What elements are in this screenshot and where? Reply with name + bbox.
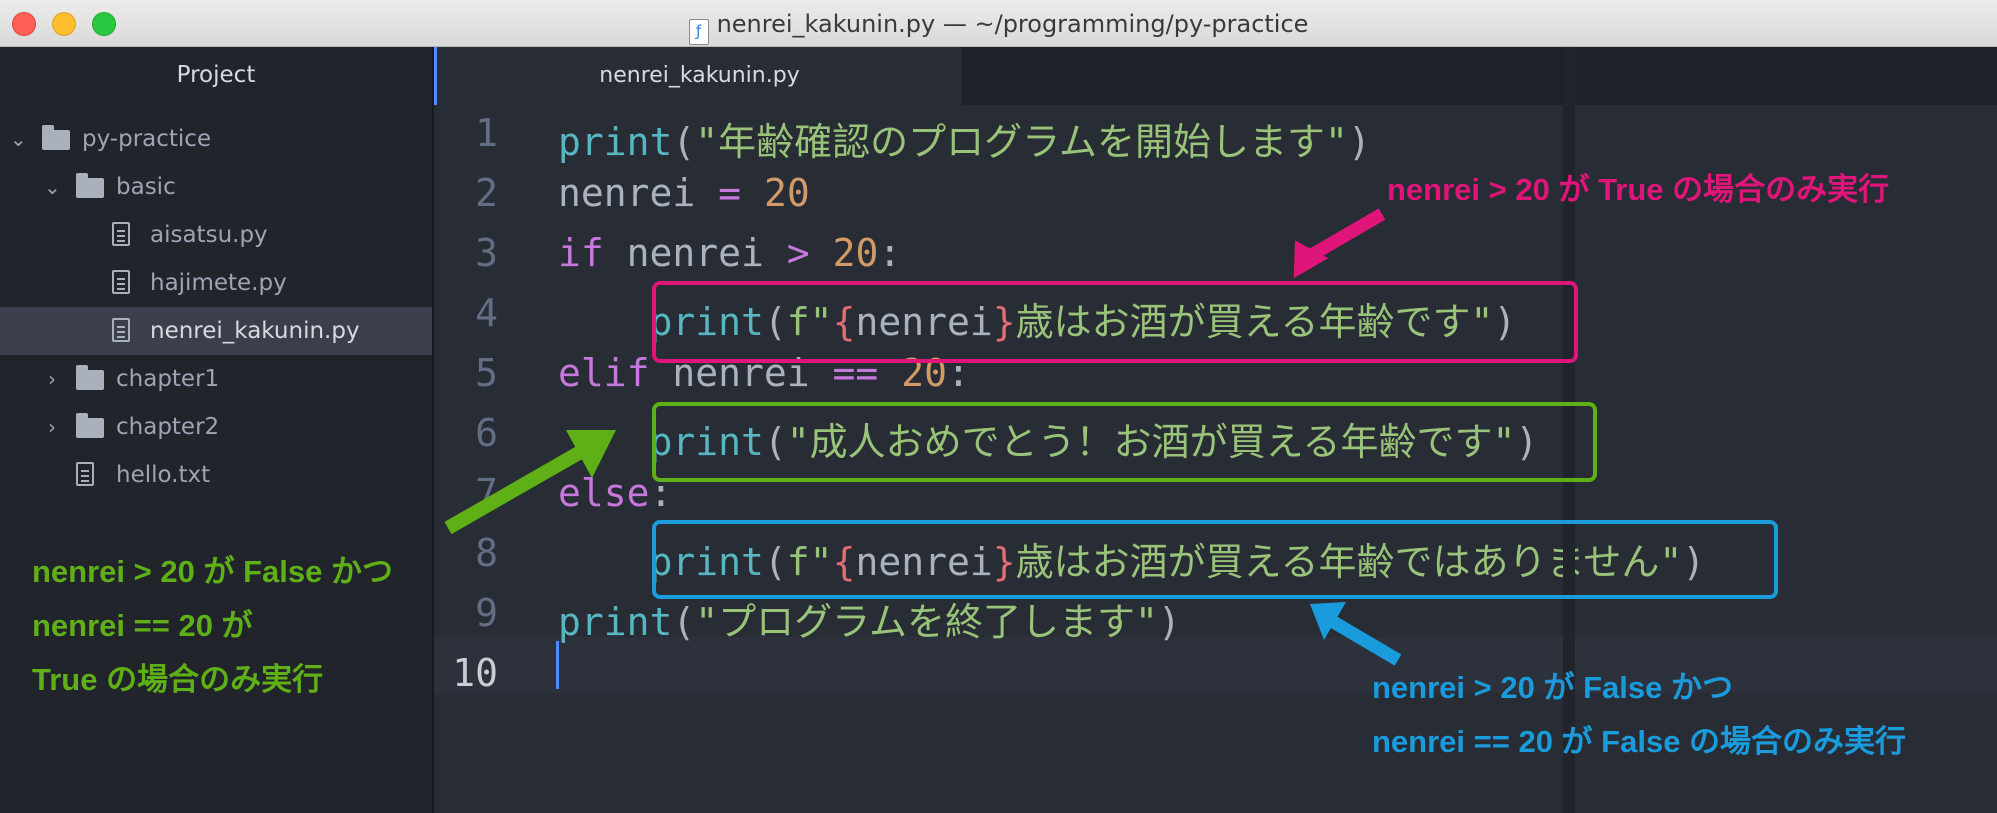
- tree-item-label: hello.txt: [116, 462, 211, 488]
- file-icon: [112, 318, 130, 342]
- line-number: 9: [475, 591, 498, 635]
- tree-item-aisatsu[interactable]: aisatsu.py: [0, 211, 432, 259]
- annotation-box-blue: [652, 520, 1778, 599]
- code-token: :: [878, 231, 902, 275]
- code-token: if: [558, 231, 604, 275]
- tree-item-chapter2[interactable]: › chapter2: [0, 403, 432, 451]
- code-line[interactable]: print("年齢確認のプログラムを開始します"): [558, 111, 1371, 166]
- green-arrow-icon: [444, 430, 616, 535]
- window-title: nenrei_kakunin.py — ~/programming/py-pra…: [716, 10, 1309, 38]
- editor-window: ƒ nenrei_kakunin.py — ~/programming/py-pr…: [0, 0, 1997, 813]
- text-cursor: [556, 641, 559, 689]
- tree-item-label: basic: [116, 174, 176, 200]
- code-line[interactable]: nenrei = 20: [558, 171, 810, 215]
- annotation-line: True の場合のみ実行: [32, 662, 324, 697]
- line-number: 5: [475, 351, 498, 395]
- annotation-green: nenrei > 20 が False かつ nenrei == 20 が True…: [32, 556, 393, 718]
- line-number: 10: [452, 651, 498, 695]
- tree-item-hajimete[interactable]: hajimete.py: [0, 259, 432, 307]
- code-token: ): [1157, 600, 1181, 644]
- annotation-pink: nenrei > 20 が True の場合のみ実行: [1387, 174, 1889, 218]
- file-icon: [112, 222, 130, 246]
- code-token: ): [1347, 120, 1371, 164]
- annotation-line: nenrei == 20 が False の場合のみ実行: [1372, 724, 1907, 759]
- blue-arrow-icon: [1310, 602, 1402, 666]
- line-number: 1: [475, 111, 498, 155]
- window-title-area: ƒ nenrei_kakunin.py — ~/programming/py-pr…: [0, 10, 1997, 45]
- annotation-box-pink: [652, 281, 1578, 363]
- tree-item-hello-txt[interactable]: hello.txt: [0, 451, 432, 499]
- code-token: (: [672, 120, 696, 164]
- file-icon: [112, 270, 130, 294]
- tab-bar: nenrei_kakunin.py: [434, 47, 1997, 105]
- tree-item-label: chapter1: [116, 366, 220, 392]
- chevron-down-icon[interactable]: ⌄: [10, 115, 27, 163]
- code-token: elif: [558, 351, 650, 395]
- annotation-line: nenrei == 20 が: [32, 608, 253, 643]
- code-token: "年齢確認のプログラムを開始します": [695, 120, 1348, 164]
- tree-item-label: hajimete.py: [150, 270, 287, 296]
- file-icon: [76, 462, 94, 486]
- annotation-line: nenrei > 20 が True の場合のみ実行: [1387, 172, 1890, 207]
- code-token: (: [672, 600, 696, 644]
- annotation-line: nenrei > 20 が False かつ: [1372, 670, 1733, 705]
- sidebar-title: Project: [176, 62, 256, 88]
- annotation-blue: nenrei > 20 が False かつ nenrei == 20 が Fal…: [1372, 672, 1906, 780]
- tree-item-label: py-practice: [82, 126, 212, 152]
- tree-item-basic[interactable]: ⌄ basic: [0, 163, 432, 211]
- folder-icon: [42, 125, 70, 150]
- tree-item-nenrei-kakunin[interactable]: nenrei_kakunin.py: [0, 307, 432, 355]
- code-token: "プログラムを終了します": [695, 600, 1158, 644]
- chevron-right-icon[interactable]: ›: [48, 355, 56, 403]
- python-file-icon: ƒ: [688, 19, 709, 45]
- tree-item-py-practice[interactable]: ⌄ py-practice: [0, 115, 432, 163]
- tree-item-chapter1[interactable]: › chapter1: [0, 355, 432, 403]
- line-number: 3: [475, 231, 498, 275]
- file-tree: ⌄ py-practice ⌄ basic aisatsu.py hajimet…: [0, 115, 432, 499]
- code-token: >: [786, 231, 810, 275]
- folder-icon: [76, 365, 104, 390]
- tree-item-label: chapter2: [116, 414, 220, 440]
- chevron-right-icon[interactable]: ›: [48, 403, 56, 451]
- code-line[interactable]: if nenrei > 20:: [558, 231, 901, 275]
- title-bar: ƒ nenrei_kakunin.py — ~/programming/py-pr…: [0, 0, 1997, 47]
- folder-icon: [76, 413, 104, 438]
- annotation-line: nenrei > 20 が False かつ: [32, 554, 393, 589]
- code-token: print: [558, 600, 673, 644]
- line-number: 2: [475, 171, 498, 215]
- line-number: 4: [475, 291, 498, 335]
- tab-nenrei-kakunin[interactable]: nenrei_kakunin.py: [434, 47, 962, 105]
- code-line[interactable]: print("プログラムを終了します"): [558, 591, 1181, 646]
- code-token: 20: [763, 171, 810, 215]
- folder-icon: [76, 173, 104, 198]
- code-token: nenrei: [603, 231, 787, 275]
- pink-arrow-icon: [1293, 208, 1386, 279]
- tree-item-label: nenrei_kakunin.py: [150, 318, 360, 344]
- code-token: print: [558, 120, 673, 164]
- tree-item-label: aisatsu.py: [150, 222, 268, 248]
- annotation-box-green: [652, 402, 1597, 482]
- chevron-down-icon[interactable]: ⌄: [44, 163, 61, 211]
- code-token: =: [718, 171, 742, 215]
- code-token: 20: [832, 231, 879, 275]
- code-token: nenrei: [558, 171, 719, 215]
